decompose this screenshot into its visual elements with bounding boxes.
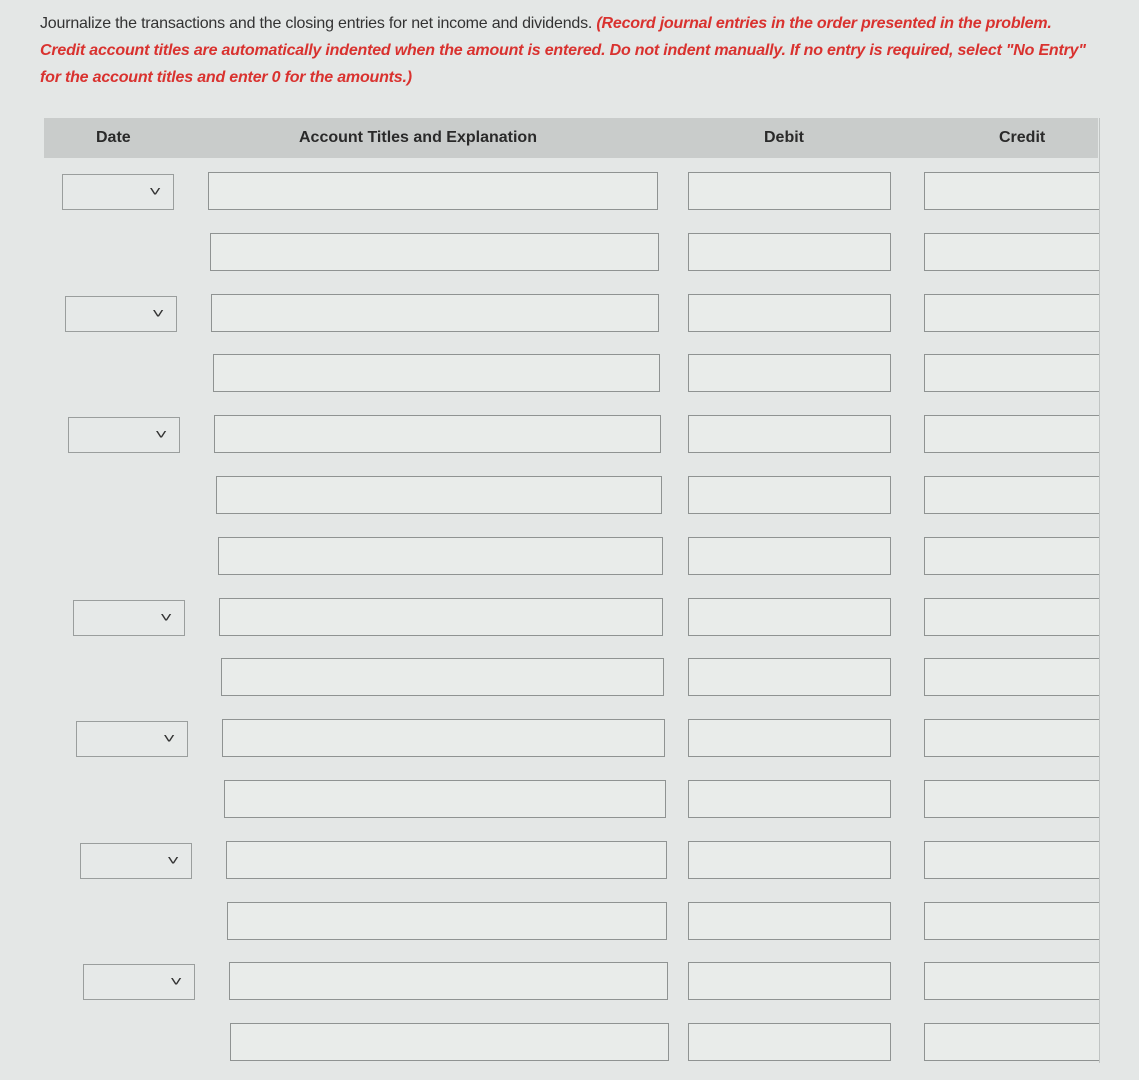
journal-table-header: Date Account Titles and Explanation Debi… bbox=[44, 118, 1098, 158]
credit-input[interactable] bbox=[924, 232, 1100, 271]
journal-row: ˅ bbox=[0, 840, 1139, 883]
debit-input[interactable] bbox=[688, 719, 891, 758]
account-title-input[interactable] bbox=[208, 172, 658, 210]
chevron-down-icon: ˅ bbox=[169, 973, 183, 990]
header-date: Date bbox=[96, 129, 131, 146]
credit-input[interactable] bbox=[924, 780, 1100, 818]
account-title-input[interactable] bbox=[216, 476, 662, 514]
journal-row bbox=[0, 232, 1139, 275]
account-title-input[interactable] bbox=[221, 658, 664, 697]
journal-row bbox=[0, 780, 1139, 822]
credit-input[interactable] bbox=[924, 476, 1100, 514]
account-title-input[interactable] bbox=[214, 415, 661, 454]
chevron-down-icon: ˅ bbox=[151, 304, 165, 321]
credit-input[interactable] bbox=[924, 172, 1100, 210]
account-title-input[interactable] bbox=[230, 1023, 669, 1062]
debit-input[interactable] bbox=[688, 415, 891, 454]
account-title-input[interactable] bbox=[229, 962, 668, 1001]
debit-input[interactable] bbox=[688, 597, 891, 636]
table-right-border bbox=[1099, 118, 1100, 1063]
chevron-down-icon: ˅ bbox=[148, 183, 162, 199]
date-dropdown[interactable]: ˅ bbox=[62, 174, 174, 210]
journal-row: ˅ bbox=[0, 597, 1139, 640]
debit-input[interactable] bbox=[688, 354, 891, 393]
journal-row bbox=[0, 1023, 1139, 1065]
journal-row bbox=[0, 536, 1139, 579]
account-title-input[interactable] bbox=[222, 719, 665, 758]
journal-row bbox=[0, 476, 1139, 518]
debit-input[interactable] bbox=[688, 901, 891, 940]
debit-input[interactable] bbox=[688, 536, 891, 575]
date-dropdown[interactable]: ˅ bbox=[76, 721, 188, 758]
account-title-input[interactable] bbox=[218, 536, 663, 575]
header-account-titles: Account Titles and Explanation bbox=[299, 129, 537, 146]
credit-input[interactable] bbox=[924, 901, 1100, 940]
debit-input[interactable] bbox=[688, 962, 891, 1001]
journal-row: ˅ bbox=[0, 293, 1139, 336]
debit-input[interactable] bbox=[688, 232, 891, 271]
journal-row bbox=[0, 354, 1139, 396]
account-title-input[interactable] bbox=[210, 232, 659, 271]
account-title-input[interactable] bbox=[227, 901, 667, 940]
journal-row: ˅ bbox=[0, 962, 1139, 1004]
debit-input[interactable] bbox=[688, 840, 891, 879]
date-dropdown[interactable]: ˅ bbox=[80, 842, 192, 879]
account-title-input[interactable] bbox=[213, 354, 660, 393]
credit-input[interactable] bbox=[924, 415, 1100, 454]
debit-input[interactable] bbox=[688, 1023, 891, 1062]
credit-input[interactable] bbox=[924, 536, 1100, 575]
chevron-down-icon: ˅ bbox=[154, 426, 168, 443]
debit-input[interactable] bbox=[688, 658, 891, 697]
credit-input[interactable] bbox=[924, 293, 1100, 332]
date-dropdown[interactable]: ˅ bbox=[73, 599, 185, 636]
credit-input[interactable] bbox=[924, 354, 1100, 393]
journal-row: ˅ bbox=[0, 719, 1139, 761]
account-title-input[interactable] bbox=[211, 293, 659, 332]
header-credit: Credit bbox=[999, 129, 1046, 146]
header-debit: Debit bbox=[764, 129, 804, 146]
credit-input[interactable] bbox=[924, 840, 1100, 879]
debit-input[interactable] bbox=[688, 172, 891, 210]
account-title-input[interactable] bbox=[224, 780, 666, 818]
credit-input[interactable] bbox=[924, 719, 1100, 758]
instructions-main: Journalize the transactions and the clos… bbox=[40, 15, 597, 32]
credit-input[interactable] bbox=[924, 962, 1100, 1001]
chevron-down-icon: ˅ bbox=[166, 851, 180, 868]
credit-input[interactable] bbox=[924, 597, 1100, 636]
instructions-text: Journalize the transactions and the clos… bbox=[40, 10, 1100, 91]
date-dropdown[interactable]: ˅ bbox=[68, 417, 180, 454]
debit-input[interactable] bbox=[688, 780, 891, 818]
journal-row bbox=[0, 901, 1139, 944]
chevron-down-icon: ˅ bbox=[159, 608, 173, 625]
journal-row: ˅ bbox=[0, 415, 1139, 457]
journal-row bbox=[0, 658, 1139, 700]
journal-row: ˅ bbox=[0, 172, 1139, 214]
debit-input[interactable] bbox=[688, 293, 891, 332]
credit-input[interactable] bbox=[924, 1023, 1100, 1062]
chevron-down-icon: ˅ bbox=[162, 730, 176, 747]
debit-input[interactable] bbox=[688, 476, 891, 514]
account-title-input[interactable] bbox=[226, 840, 667, 879]
date-dropdown[interactable]: ˅ bbox=[65, 295, 177, 332]
date-dropdown[interactable]: ˅ bbox=[83, 964, 195, 1001]
account-title-input[interactable] bbox=[219, 597, 663, 636]
credit-input[interactable] bbox=[924, 658, 1100, 697]
